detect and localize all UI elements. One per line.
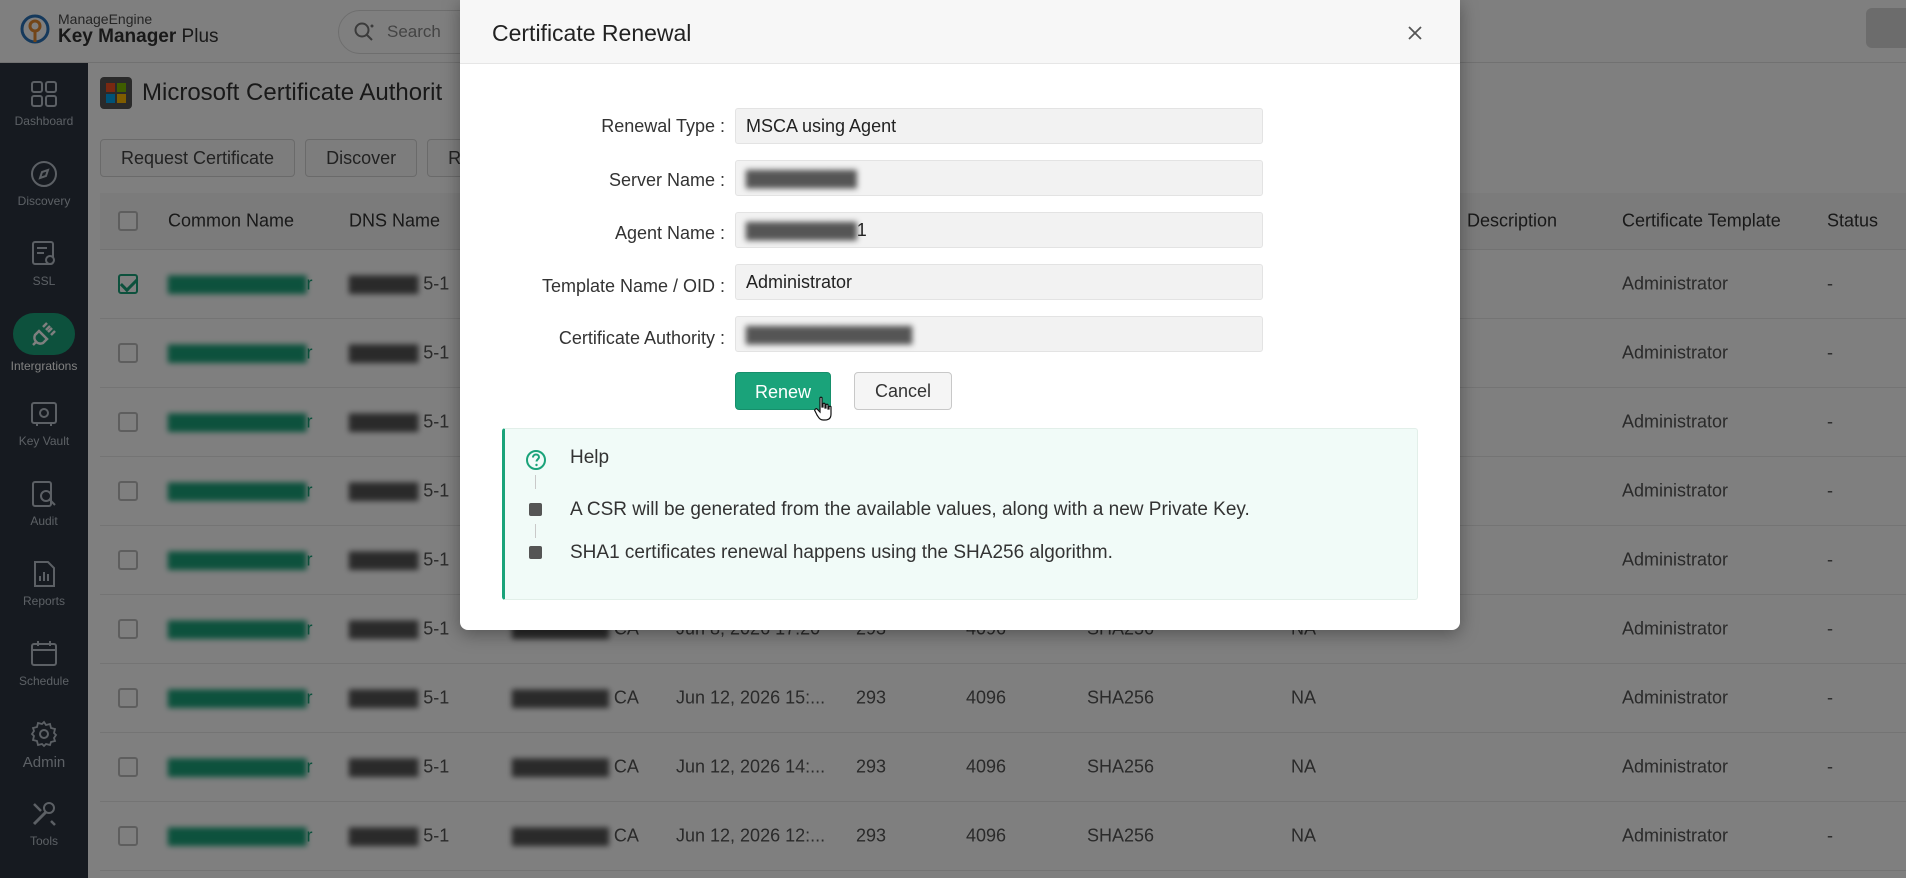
template-name-field: Administrator xyxy=(735,264,1263,300)
certificate-authority-field: ▇▇▇▇▇▇▇▇▇▇▇▇ xyxy=(735,316,1263,352)
template-name-label: Template Name / OID : xyxy=(541,276,725,296)
masked-value: ▇▇▇▇▇▇▇▇ xyxy=(746,220,857,240)
masked-value: ▇▇▇▇▇▇▇▇▇▇▇▇ xyxy=(746,324,913,344)
cancel-button[interactable]: Cancel xyxy=(854,372,952,410)
agent-name-field: ▇▇▇▇▇▇▇▇1 xyxy=(735,212,1263,248)
dialog-header: Certificate Renewal xyxy=(460,0,1460,64)
server-name-label: Server Name : xyxy=(608,170,725,190)
help-bullet xyxy=(529,503,542,516)
help-item: A CSR will be generated from the availab… xyxy=(570,499,1250,520)
agent-name-label: Agent Name : xyxy=(614,223,725,243)
help-circle-icon xyxy=(526,450,546,470)
server-name-field: ▇▇▇▇▇▇▇▇ xyxy=(735,160,1263,196)
close-icon[interactable] xyxy=(1406,24,1424,42)
renewal-type-label: Renewal Type : xyxy=(601,116,725,136)
masked-value: ▇▇▇▇▇▇▇▇ xyxy=(746,168,857,188)
dialog-title: Certificate Renewal xyxy=(492,20,692,46)
help-item: SHA1 certificates renewal happens using … xyxy=(570,542,1113,563)
help-connector xyxy=(535,524,536,538)
help-bullet xyxy=(529,546,542,559)
help-panel: Help A CSR will be generated from the av… xyxy=(502,428,1418,600)
certificate-authority-label: Certificate Authority : xyxy=(558,328,725,348)
certificate-renewal-dialog: Certificate Renewal Renewal Type : MSCA … xyxy=(460,0,1460,630)
help-connector xyxy=(535,475,536,489)
hand-cursor-icon xyxy=(814,396,832,421)
renewal-type-field: MSCA using Agent xyxy=(735,108,1263,144)
help-title: Help xyxy=(570,447,610,468)
